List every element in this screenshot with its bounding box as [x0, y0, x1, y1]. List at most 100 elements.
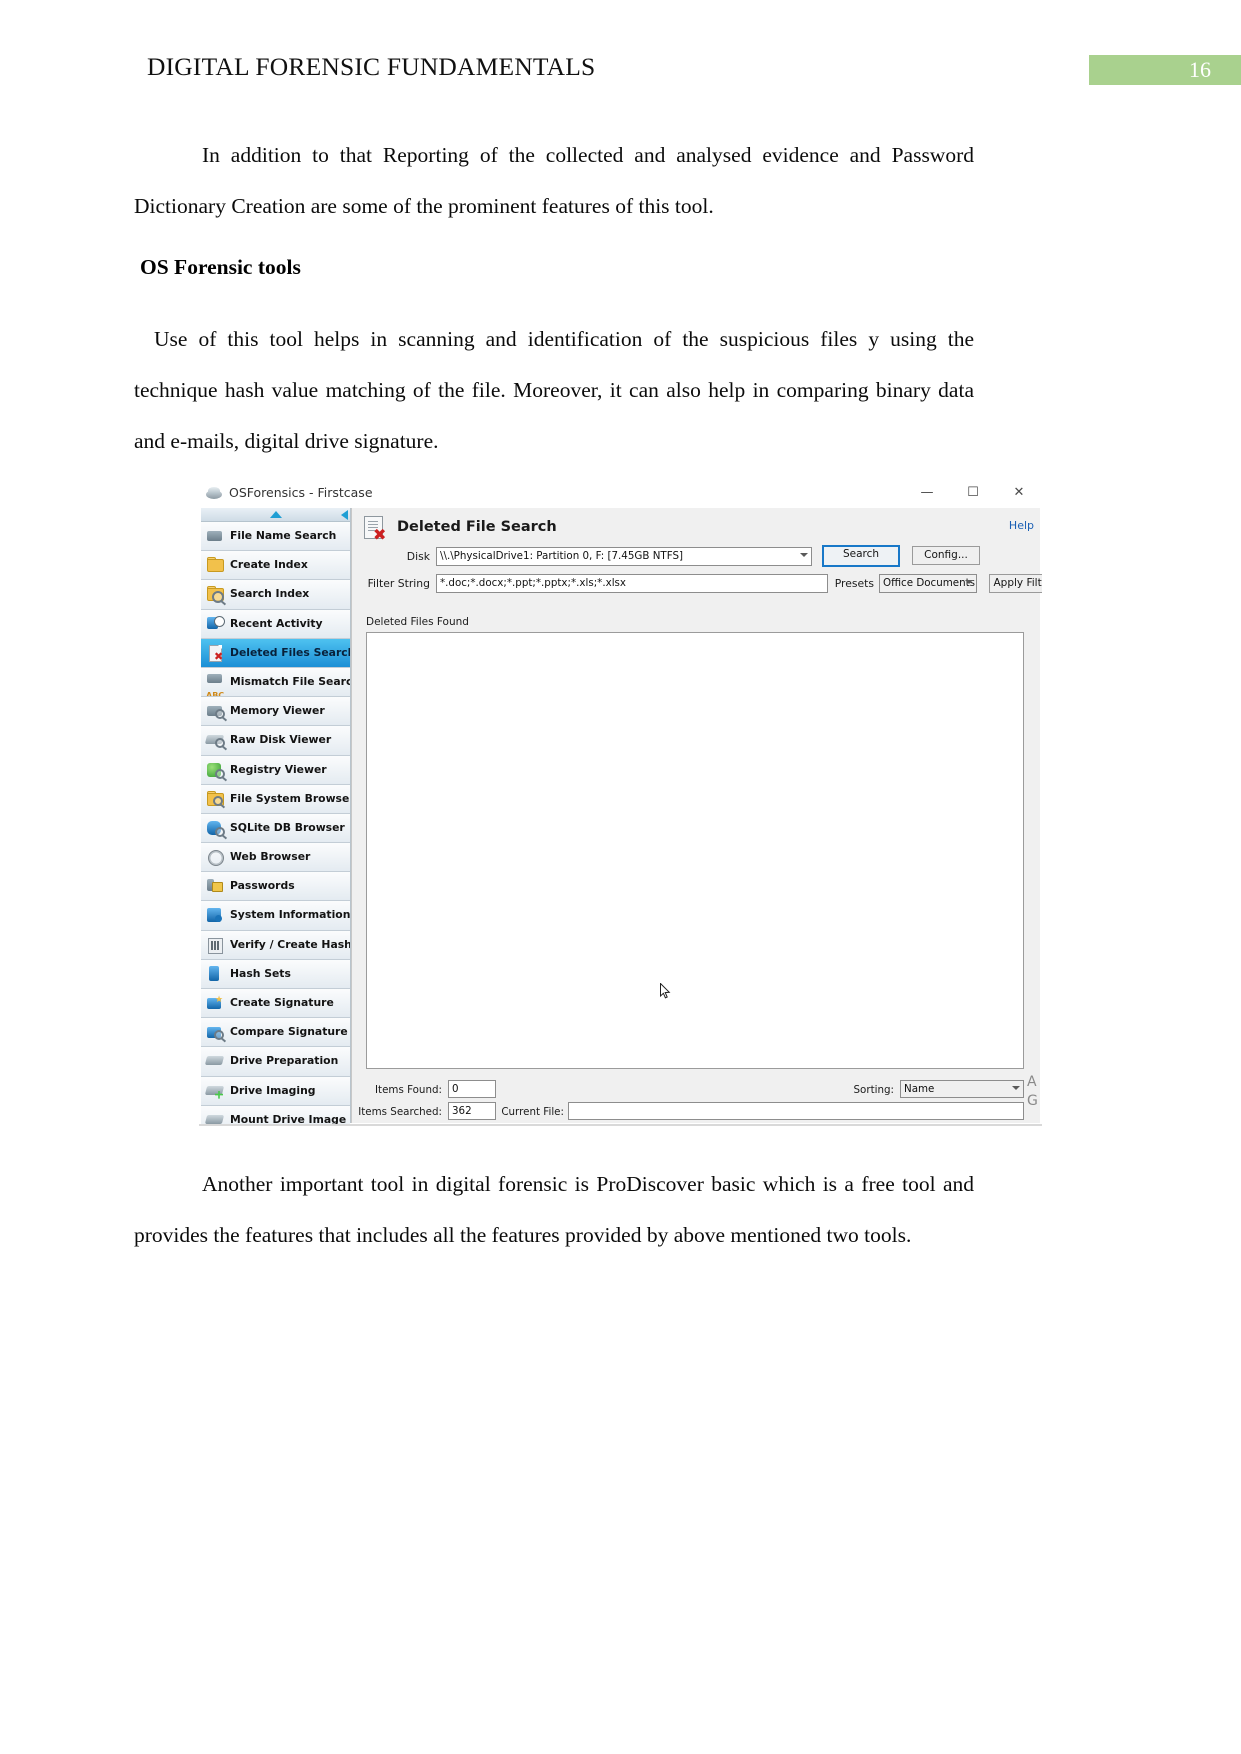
sidebar-item-label: Deleted Files Search	[230, 645, 350, 659]
sidebar-item-label: Create Signature	[230, 996, 334, 1009]
sidebar-item-passwords[interactable]: Passwords	[201, 872, 350, 902]
memory-chip-icon	[206, 702, 225, 720]
panel-header: ✖ Deleted File Search Help	[352, 508, 1040, 548]
lock-key-icon	[206, 877, 224, 895]
sidebar-collapse-icon[interactable]	[341, 510, 348, 520]
filter-row: Filter String *.doc;*.docx;*.ppt;*.pptx;…	[352, 574, 1042, 596]
sidebar-item-search-index[interactable]: Search Index	[201, 580, 350, 610]
sidebar-item-drive-preparation[interactable]: Drive Preparation	[201, 1047, 350, 1077]
sidebar-scroll-up-button[interactable]	[201, 508, 350, 522]
filter-string-label: Filter String	[367, 577, 430, 590]
sidebar: File Name Search Create Index Search Index…	[201, 508, 351, 1126]
help-link[interactable]: Help	[1009, 519, 1034, 532]
sidebar-item-system-information[interactable]: System Information	[201, 901, 350, 931]
magnifier-folder-icon	[206, 585, 224, 604]
deleted-files-results-list[interactable]	[366, 632, 1024, 1069]
sidebar-item-label: Mount Drive Image	[230, 1112, 347, 1126]
filter-string-input[interactable]: *.doc;*.docx;*.ppt;*.pptx;*.xls;*.xlsx	[436, 574, 828, 593]
sidebar-item-label: SQLite DB Browser	[230, 820, 345, 834]
search-button[interactable]: Search	[822, 545, 900, 567]
database-icon	[206, 819, 225, 837]
apply-filter-button[interactable]: Apply Filter	[989, 574, 1042, 593]
sidebar-item-memory-viewer[interactable]: Memory Viewer	[201, 697, 350, 727]
system-info-icon	[206, 906, 224, 924]
items-searched-value: 362	[448, 1102, 496, 1120]
compare-signature-icon	[206, 1023, 224, 1041]
osforensics-application-window: OSForensics - Firstcase — ☐ ✕ File Name …	[199, 478, 1042, 1126]
chevron-up-icon	[269, 511, 282, 518]
status-bar: Items Found: 0 Items Searched: 362 Curre…	[352, 1080, 1040, 1123]
sidebar-item-verify-create-hash[interactable]: Verify / Create Hash	[201, 930, 350, 960]
drive-imaging-icon	[204, 1082, 225, 1100]
sidebar-item-label: Drive Imaging	[230, 1083, 316, 1097]
osforensics-app-icon	[206, 486, 222, 501]
sidebar-item-compare-signature[interactable]: Compare Signature	[201, 1018, 350, 1048]
sidebar-item-label: System Information	[230, 908, 350, 922]
raw-disk-icon	[204, 731, 225, 749]
sidebar-item-label: Drive Preparation	[230, 1054, 339, 1068]
current-file-value	[568, 1102, 1024, 1120]
registry-green-icon	[206, 761, 225, 779]
sidebar-item-label: File System Browser	[230, 791, 350, 805]
sidebar-item-raw-disk-viewer[interactable]: Raw Disk Viewer	[201, 726, 350, 756]
create-signature-icon: ★	[206, 994, 224, 1012]
window-bottom-edge	[199, 1124, 1042, 1126]
sidebar-item-registry-viewer[interactable]: Registry Viewer	[201, 755, 350, 785]
folder-index-icon	[206, 556, 224, 574]
sidebar-item-create-index[interactable]: Create Index	[201, 551, 350, 581]
abc-mismatch-icon: ABC	[206, 673, 224, 696]
panel-title: Deleted File Search	[397, 519, 557, 535]
cut-off-edge-text: AG	[1027, 1074, 1038, 1109]
page-number: 16	[1189, 57, 1211, 82]
sidebar-item-label: Search Index	[230, 587, 310, 601]
sidebar-item-drive-imaging[interactable]: Drive Imaging	[201, 1076, 350, 1106]
maximize-icon[interactable]: ☐	[950, 478, 996, 508]
sidebar-item-hash-sets[interactable]: Hash Sets	[201, 959, 350, 989]
paragraph-intro: In addition to that Reporting of the col…	[134, 143, 974, 218]
page-title: DIGITAL FORENSIC FUNDAMENTALS	[147, 52, 596, 81]
sidebar-item-label: Compare Signature	[230, 1025, 348, 1039]
sidebar-item-label: Recent Activity	[230, 616, 323, 630]
sorting-label: Sorting:	[853, 1084, 895, 1096]
sidebar-item-mount-drive-image[interactable]: Mount Drive Image	[201, 1105, 350, 1126]
sidebar-item-web-browser[interactable]: Web Browser	[201, 843, 350, 873]
disk-select[interactable]: \\.\PhysicalDrive1: Partition 0, F: [7.4…	[436, 547, 812, 566]
minimize-icon[interactable]: —	[904, 478, 950, 508]
sidebar-item-list: File Name Search Create Index Search Index…	[201, 522, 350, 1126]
sidebar-item-create-signature[interactable]: ★ Create Signature	[201, 989, 350, 1019]
current-file-label: Current File:	[501, 1106, 564, 1118]
paragraph-prodiscover: Another important tool in digital forens…	[134, 1172, 974, 1247]
sidebar-item-file-system-browser[interactable]: File System Browser	[201, 784, 350, 814]
sidebar-item-label: File Name Search	[230, 529, 337, 542]
hash-bars-icon	[206, 936, 224, 954]
config-button[interactable]: Config...	[912, 546, 980, 565]
sidebar-item-deleted-files-search[interactable]: ✖ Deleted Files Search	[201, 638, 350, 668]
sidebar-item-label: Memory Viewer	[230, 704, 325, 718]
sidebar-item-label: Verify / Create Hash	[230, 937, 350, 951]
items-found-label: Items Found:	[375, 1084, 442, 1096]
sidebar-item-file-name-search[interactable]: File Name Search	[201, 522, 350, 552]
close-icon[interactable]: ✕	[996, 478, 1042, 508]
mouse-cursor-icon	[660, 983, 671, 999]
drive-prep-icon	[204, 1052, 225, 1070]
sidebar-item-label: Hash Sets	[230, 966, 291, 980]
sorting-select[interactable]: Name	[900, 1080, 1024, 1098]
presets-select[interactable]: Office Documents	[879, 574, 977, 593]
disk-label: Disk	[406, 550, 430, 563]
sidebar-item-mismatch-file-search[interactable]: ABC Mismatch File Search	[201, 667, 350, 698]
hash-sets-icon	[206, 965, 224, 983]
web-globe-icon	[206, 848, 224, 867]
deleted-file-icon: ✖	[364, 516, 386, 543]
sidebar-item-label: Web Browser	[230, 850, 311, 864]
section-heading-os-forensic-tools: OS Forensic tools	[140, 255, 301, 279]
document-header: DIGITAL FORENSIC FUNDAMENTALS 16	[0, 52, 1241, 96]
sidebar-item-label: Raw Disk Viewer	[230, 733, 332, 747]
sidebar-item-recent-activity[interactable]: Recent Activity	[201, 609, 350, 639]
sidebar-item-label: Mismatch File Search	[230, 674, 350, 688]
sidebar-item-label: Create Index	[230, 558, 308, 572]
sidebar-item-sqlite-db-browser[interactable]: SQLite DB Browser	[201, 813, 350, 844]
main-panel: ✖ Deleted File Search Help Disk \\.\Phys…	[351, 508, 1042, 1123]
window-titlebar: OSForensics - Firstcase — ☐ ✕	[199, 478, 1042, 510]
items-searched-label: Items Searched:	[358, 1106, 442, 1118]
clock-history-icon	[206, 615, 225, 633]
